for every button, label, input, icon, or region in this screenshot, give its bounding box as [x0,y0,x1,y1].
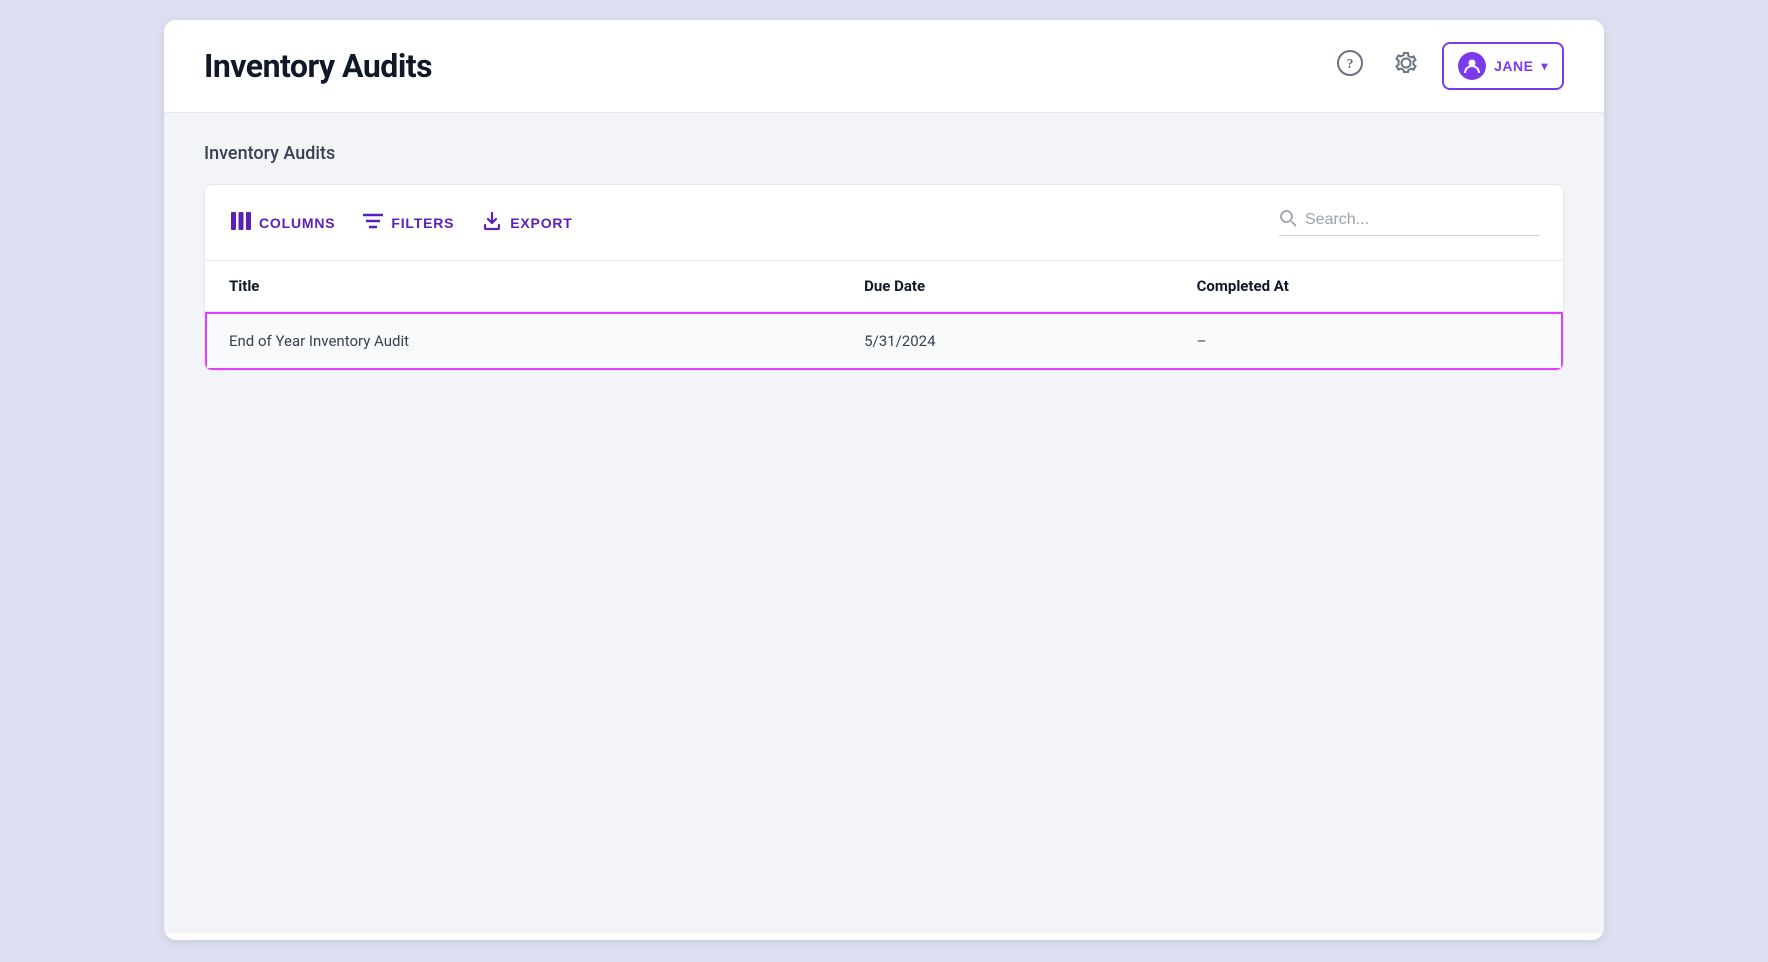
filters-button[interactable]: FILTERS [361,207,456,238]
col-header-completed-at: Completed At [1173,261,1563,312]
toolbar-left: COLUMNS FILTERS [229,205,575,240]
table-body: End of Year Inventory Audit 5/31/2024 – [205,312,1563,371]
user-menu-button[interactable]: JANE ▾ [1442,42,1564,90]
col-header-due-date: Due Date [840,261,1173,312]
help-icon: ? [1337,50,1363,83]
filters-label: FILTERS [391,215,454,231]
columns-icon [231,212,251,233]
help-button[interactable]: ? [1330,46,1370,86]
main-content: Inventory Audits COLUMNS [164,113,1604,933]
header-actions: ? JANE [1330,42,1564,90]
cell-completed-at: – [1173,312,1563,371]
cell-title: End of Year Inventory Audit [205,312,840,371]
avatar [1458,52,1486,80]
gear-icon [1393,50,1419,82]
toolbar: COLUMNS FILTERS [205,185,1563,261]
filters-icon [363,213,383,232]
table-header: Title Due Date Completed At [205,261,1563,312]
svg-text:?: ? [1347,57,1354,72]
app-container: Inventory Audits ? [164,20,1604,940]
page-subtitle: Inventory Audits [204,143,1564,164]
search-input[interactable] [1305,211,1505,229]
user-name: JANE [1494,58,1533,74]
table-header-row: Title Due Date Completed At [205,261,1563,312]
col-header-title: Title [205,261,840,312]
data-table: Title Due Date Completed At End of Year … [205,261,1563,370]
page-title: Inventory Audits [204,47,432,85]
export-label: EXPORT [510,215,572,231]
chevron-down-icon: ▾ [1541,59,1548,73]
header: Inventory Audits ? [164,20,1604,113]
cell-due-date: 5/31/2024 [840,312,1173,371]
settings-button[interactable] [1386,46,1426,86]
export-button[interactable]: EXPORT [480,205,574,240]
table-card: COLUMNS FILTERS [204,184,1564,371]
export-icon [482,211,502,234]
table-row[interactable]: End of Year Inventory Audit 5/31/2024 – [205,312,1563,371]
columns-button[interactable]: COLUMNS [229,206,337,239]
columns-label: COLUMNS [259,215,335,231]
search-icon [1279,209,1297,231]
search-wrapper [1279,209,1539,236]
